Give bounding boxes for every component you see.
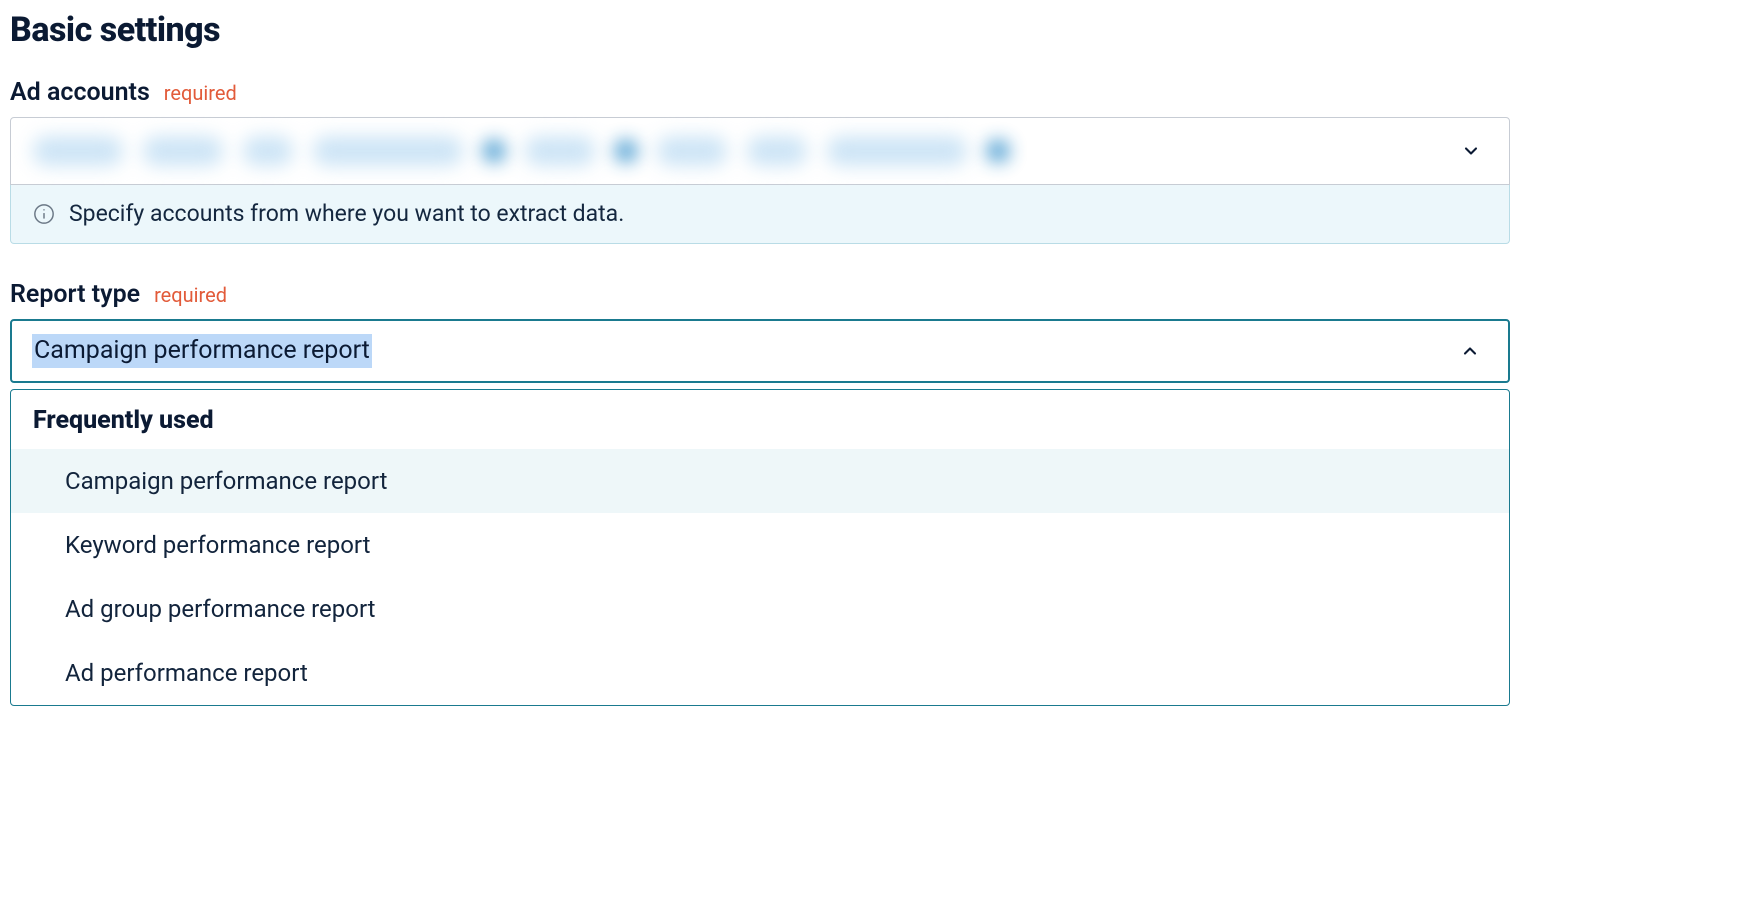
ad-accounts-label-row: Ad accounts required: [10, 78, 1510, 107]
dropdown-option[interactable]: Keyword performance report: [11, 513, 1509, 577]
dropdown-option[interactable]: Ad group performance report: [11, 577, 1509, 641]
dropdown-group-header: Frequently used: [11, 390, 1509, 449]
ad-accounts-hint: Specify accounts from where you want to …: [10, 184, 1510, 244]
chevron-down-icon: [1461, 141, 1481, 161]
page-title: Basic settings: [10, 10, 1510, 50]
required-tag: required: [154, 283, 227, 307]
dropdown-option[interactable]: Campaign performance report: [11, 449, 1509, 513]
report-type-label: Report type: [10, 280, 140, 309]
info-icon: [33, 203, 55, 225]
ad-accounts-selected-chips: [33, 136, 1009, 166]
chevron-up-icon: [1460, 341, 1480, 361]
ad-accounts-hint-text: Specify accounts from where you want to …: [69, 200, 624, 227]
required-tag: required: [164, 81, 237, 105]
ad-accounts-select[interactable]: [10, 117, 1510, 185]
report-type-select[interactable]: Campaign performance report: [10, 319, 1510, 383]
report-type-selected-value: Campaign performance report: [32, 334, 372, 368]
report-type-label-row: Report type required: [10, 280, 1510, 309]
ad-accounts-label: Ad accounts: [10, 78, 150, 107]
report-type-dropdown: Frequently used Campaign performance rep…: [10, 389, 1510, 706]
dropdown-option[interactable]: Ad performance report: [11, 641, 1509, 705]
